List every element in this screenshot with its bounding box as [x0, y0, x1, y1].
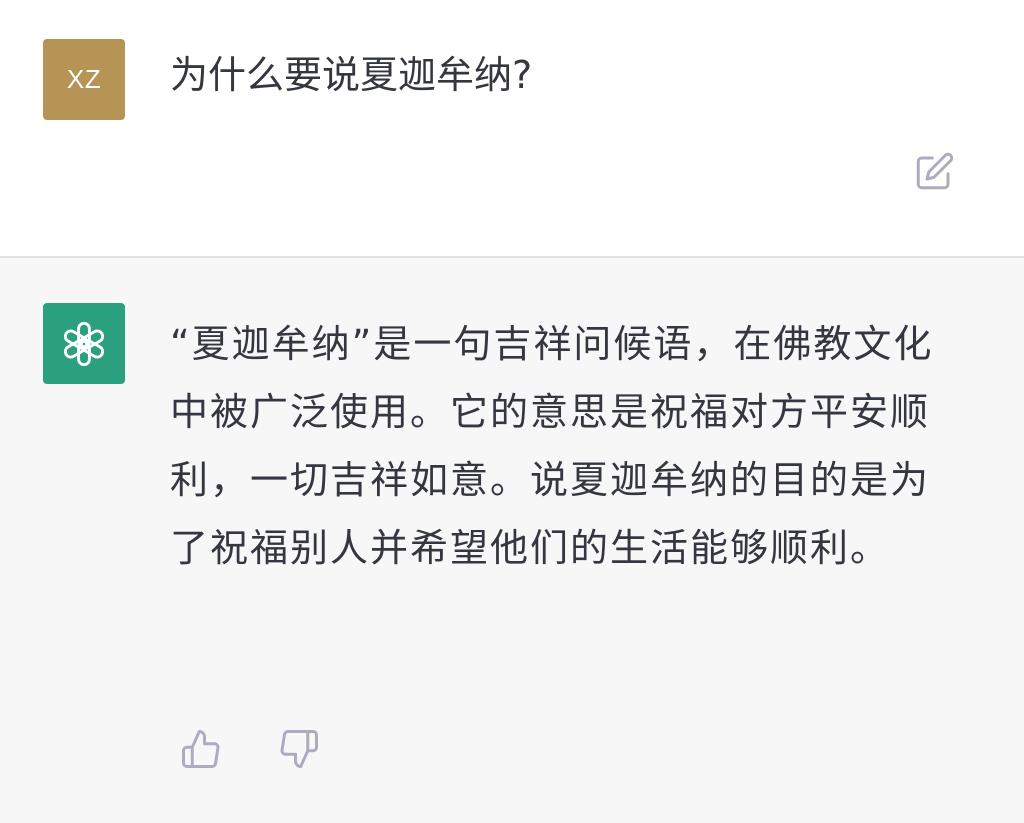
thumbs-up-icon: [182, 730, 220, 768]
user-message-text: 为什么要说夏迦牟纳?: [170, 53, 533, 97]
user-message-row: XZ 为什么要说夏迦牟纳?: [0, 0, 1024, 256]
thumbs-down-icon: [280, 730, 318, 768]
assistant-message-row: “夏迦牟纳”是一句吉祥问候语，在佛教文化中被广泛使用。它的意思是祝福对方平安顺利…: [0, 258, 1024, 823]
thumbs-down-button[interactable]: [276, 726, 322, 772]
chat-page: XZ 为什么要说夏迦牟纳? “夏迦牟纳”是一句吉祥问候语，在佛教文化中被广泛使用…: [0, 0, 1024, 823]
user-avatar: XZ: [43, 39, 125, 120]
edit-icon: [916, 152, 954, 190]
assistant-avatar: [43, 303, 125, 384]
edit-message-button[interactable]: [910, 148, 958, 196]
feedback-buttons: [178, 726, 322, 772]
openai-logo-icon: [63, 321, 105, 366]
thumbs-up-button[interactable]: [178, 726, 224, 772]
assistant-message-text: “夏迦牟纳”是一句吉祥问候语，在佛教文化中被广泛使用。它的意思是祝福对方平安顺利…: [170, 322, 934, 570]
